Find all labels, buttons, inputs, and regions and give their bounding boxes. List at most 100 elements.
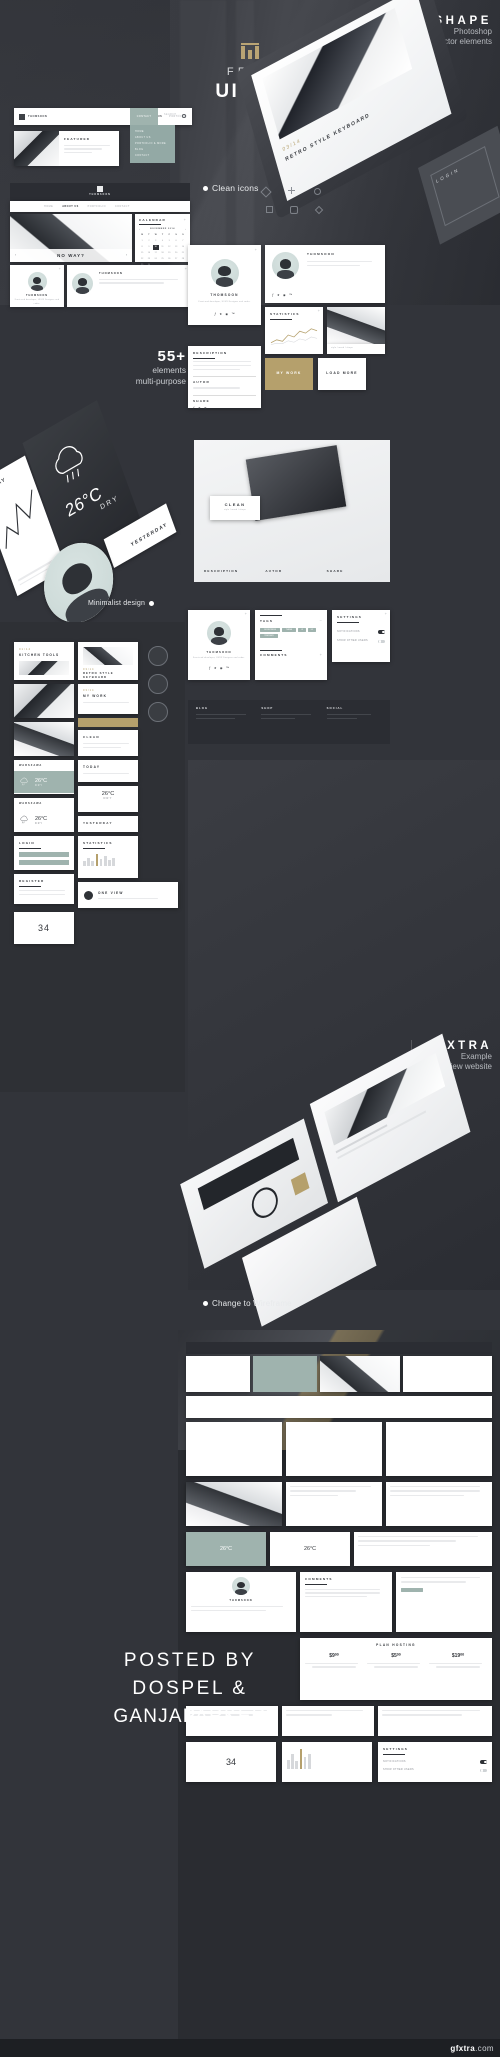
twitter-icon[interactable]: ★ <box>214 666 217 670</box>
cal-day[interactable]: 26 <box>166 257 172 262</box>
facebook-icon[interactable]: ƒ <box>272 293 274 297</box>
instagram-icon[interactable]: ◉ <box>283 293 286 297</box>
navbar-search-text[interactable]: SEARCH... <box>164 114 180 116</box>
gold-button[interactable] <box>78 718 138 727</box>
cal-day[interactable]: 15 <box>139 251 145 256</box>
load-more-button[interactable]: LOAD MORE <box>318 358 366 390</box>
calendar-card[interactable]: CALENDAR + ‹ NOVEMBER 2014 › M T W T F S… <box>135 214 190 266</box>
search-icon[interactable] <box>182 114 186 118</box>
cal-day[interactable]: 4 <box>159 239 165 244</box>
cal-day[interactable]: 17 <box>153 251 159 256</box>
cal-day[interactable]: 24 <box>153 257 159 262</box>
gallery-photo-1[interactable] <box>14 684 74 718</box>
profile-plus-icon[interactable]: + <box>255 248 257 252</box>
preview-nav-contact[interactable]: CONTACT <box>115 205 130 208</box>
today-card[interactable]: TODAY <box>78 760 138 782</box>
wf-photo-a[interactable] <box>186 1482 282 1526</box>
profile-card-tall[interactable]: + THOMSOON Front-end developer, UI/UX De… <box>188 245 261 325</box>
wf-comments[interactable]: COMMENTS <box>300 1572 392 1632</box>
preview-nav[interactable]: HOME ABOUT US PORTFOLIO CONTACT <box>10 201 190 212</box>
twitter-icon[interactable]: ★ <box>219 312 222 316</box>
cal-day[interactable]: 21 <box>180 251 186 256</box>
twitter-icon[interactable]: ★ <box>277 293 280 297</box>
settings-toggle-on[interactable] <box>480 1760 487 1764</box>
wf-panel-3[interactable] <box>320 1356 400 1392</box>
calendar-grid[interactable]: M T W T F S S 12 34 56 7 89 10 11 12 13 14… <box>139 233 186 269</box>
social-links[interactable]: ƒ ★ ◉ ™ <box>272 293 292 297</box>
author-card-wide[interactable]: + THOMSOON <box>67 265 190 307</box>
register-card[interactable]: REGISTER <box>14 874 74 904</box>
settings-plus-icon[interactable]: + <box>385 612 387 616</box>
cal-day[interactable]: 18 <box>159 251 165 256</box>
behance-icon[interactable]: ™ <box>226 666 229 670</box>
weather-card-2[interactable]: WARSZAWA 26°C DRY <box>14 798 74 832</box>
wf-panel-1[interactable] <box>186 1356 250 1392</box>
facebook-icon[interactable]: ƒ <box>209 666 211 670</box>
profile-card-wide[interactable]: THOMSOON ƒ ★ ◉ ™ <box>265 245 385 303</box>
comments-plus-icon[interactable]: + <box>320 653 322 657</box>
tags-card[interactable]: TAGS − WORDPRESS THEME UI UX TEMPLATE CO… <box>255 610 327 680</box>
cal-day-selected[interactable]: 10 <box>152 244 159 251</box>
cal-day[interactable]: 27 <box>173 257 179 262</box>
clean-small-card[interactable]: CLEAN <box>78 730 138 756</box>
wf-side[interactable] <box>396 1572 492 1632</box>
tag-chip[interactable]: WORDPRESS <box>260 627 280 632</box>
calendar-plus-icon[interactable]: + <box>184 218 186 222</box>
cal-day[interactable]: 16 <box>146 251 152 256</box>
social-links[interactable]: ƒ ★ ◉ ™ <box>193 666 245 670</box>
tags-minus-icon[interactable]: − <box>320 618 322 623</box>
my-work-button[interactable]: MY WORK <box>265 358 313 390</box>
cal-day[interactable]: 11 <box>159 245 165 250</box>
cal-day[interactable]: 14 <box>180 245 186 250</box>
navbar-card[interactable]: THOMSOON HOME ABOUT US PORTFOLIO CONTACT… <box>14 108 192 125</box>
cal-day[interactable]: 3 <box>153 239 159 244</box>
preview-nav-portfolio[interactable]: PORTFOLIO <box>88 205 106 208</box>
statistics-bars-card[interactable]: STATISTICS <box>78 836 138 878</box>
instagram-icon[interactable]: ◉ <box>225 312 228 316</box>
settings-toggle-off[interactable] <box>480 1768 487 1773</box>
my-work-small-card[interactable]: 03/14 MY WORK <box>78 684 138 714</box>
tag-list[interactable]: WORDPRESS THEME UI UX TEMPLATE <box>260 627 322 638</box>
wf-col-card-c[interactable] <box>386 1422 492 1476</box>
settings-toggle-on[interactable] <box>378 630 385 634</box>
wf-row-card[interactable] <box>186 1396 492 1418</box>
weather-today-card[interactable]: 26°C DRY <box>78 786 138 812</box>
wf-misc[interactable] <box>354 1532 492 1566</box>
wf-panel-2[interactable] <box>253 1356 317 1392</box>
facebook-icon[interactable]: ƒ <box>214 312 216 316</box>
wf-col-card-a[interactable] <box>186 1422 282 1476</box>
nav-dropdown-menu[interactable]: HOME ABOUT US PORTFOLIO & MORE BLOG CONT… <box>130 125 175 164</box>
cal-day[interactable]: 6 <box>173 239 179 244</box>
login-card[interactable]: LOGIN <box>14 836 74 870</box>
gallery-photo-2[interactable] <box>14 722 74 756</box>
behance-icon[interactable]: ™ <box>231 312 234 316</box>
author-plus-icon[interactable]: + <box>185 267 187 271</box>
nav-link-contact-highlight[interactable]: CONTACT <box>130 108 158 125</box>
profile-card-b[interactable]: + THOMSOON Front-end developer, UI/UX De… <box>188 610 250 680</box>
slider-next-icon[interactable]: › <box>126 253 127 257</box>
cal-day[interactable]: 1 <box>139 239 145 244</box>
cal-day[interactable]: 2 <box>146 239 152 244</box>
cal-day[interactable]: 5 <box>166 239 172 244</box>
wf-detail-b[interactable] <box>386 1482 492 1526</box>
login-password-field[interactable] <box>19 859 69 865</box>
wf-weather-2[interactable]: 26°C <box>270 1532 350 1566</box>
statistics-card[interactable]: + STATISTICS <box>265 307 323 354</box>
statistics-photo-caption[interactable]: style / mood / shape <box>327 344 385 354</box>
retro-keyboard-card[interactable]: 03/14 RETRO STYLE KEYBOARD <box>78 642 138 680</box>
cal-day[interactable]: 9 <box>146 245 152 250</box>
tag-chip[interactable]: TEMPLATE <box>260 633 278 638</box>
wf-panel-4[interactable] <box>403 1356 492 1392</box>
statistics-plus-icon[interactable]: + <box>318 309 320 313</box>
profile-plus-icon[interactable]: + <box>245 612 247 616</box>
yesterday-card[interactable]: YESTERDAY <box>78 816 138 832</box>
statistics-photo-card[interactable] <box>327 307 385 344</box>
instagram-icon[interactable]: ◉ <box>220 666 223 670</box>
wf-number[interactable]: 34 <box>186 1742 276 1782</box>
cal-day[interactable]: 23 <box>146 257 152 262</box>
cal-day[interactable]: 7 <box>180 239 186 244</box>
preview-nav-about[interactable]: ABOUT US <box>62 205 78 208</box>
wf-weather[interactable]: 26°C <box>186 1532 266 1566</box>
featured-card[interactable]: FEATURED <box>14 131 119 166</box>
tag-chip[interactable]: UI <box>298 627 306 632</box>
